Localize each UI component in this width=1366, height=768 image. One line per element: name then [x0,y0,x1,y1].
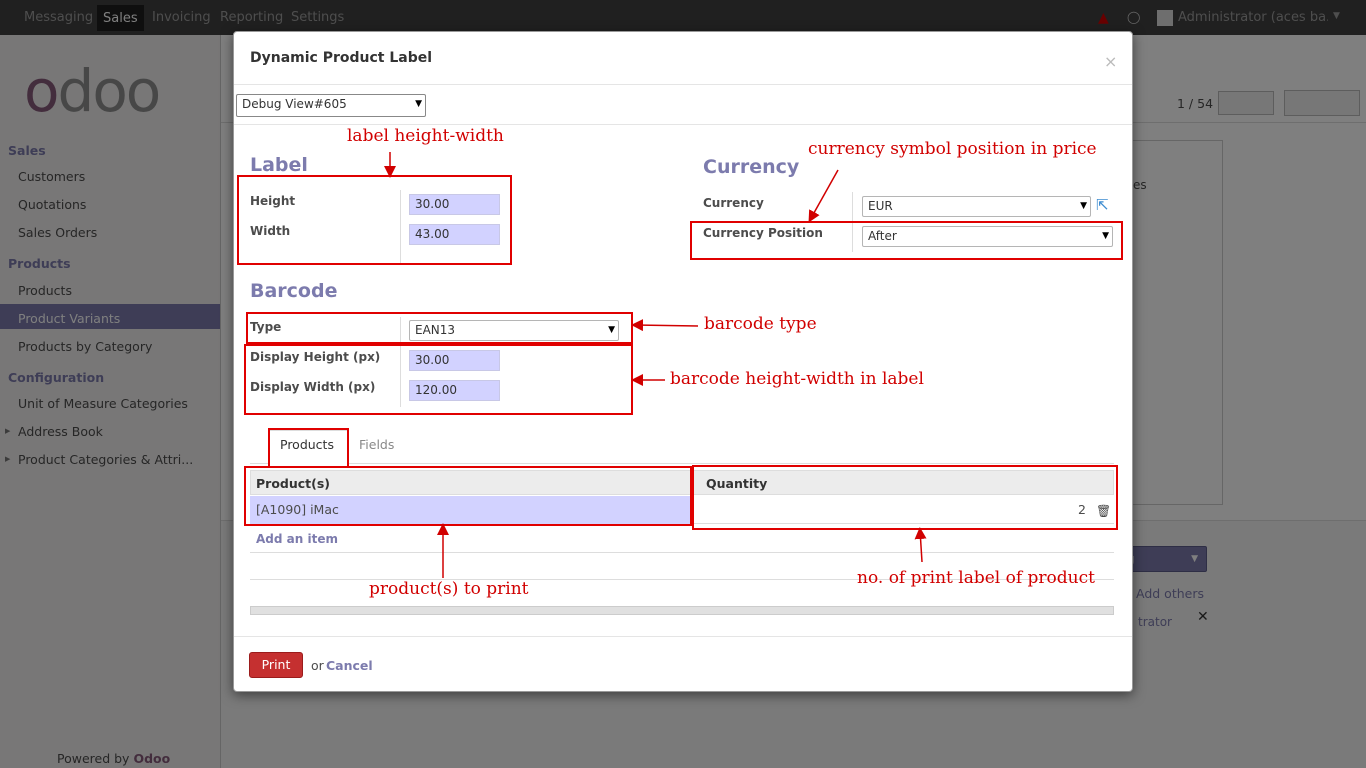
annotation-currency-position: currency symbol position in price [808,139,1097,159]
annotation-barcode-type: barcode type [704,314,817,334]
annotation-label-hw: label height-width [347,126,504,146]
annotation-products-print: product(s) to print [369,579,529,599]
annotation-barcode-hw: barcode height-width in label [670,369,924,389]
annotation-print-count: no. of print label of product [857,568,1095,588]
